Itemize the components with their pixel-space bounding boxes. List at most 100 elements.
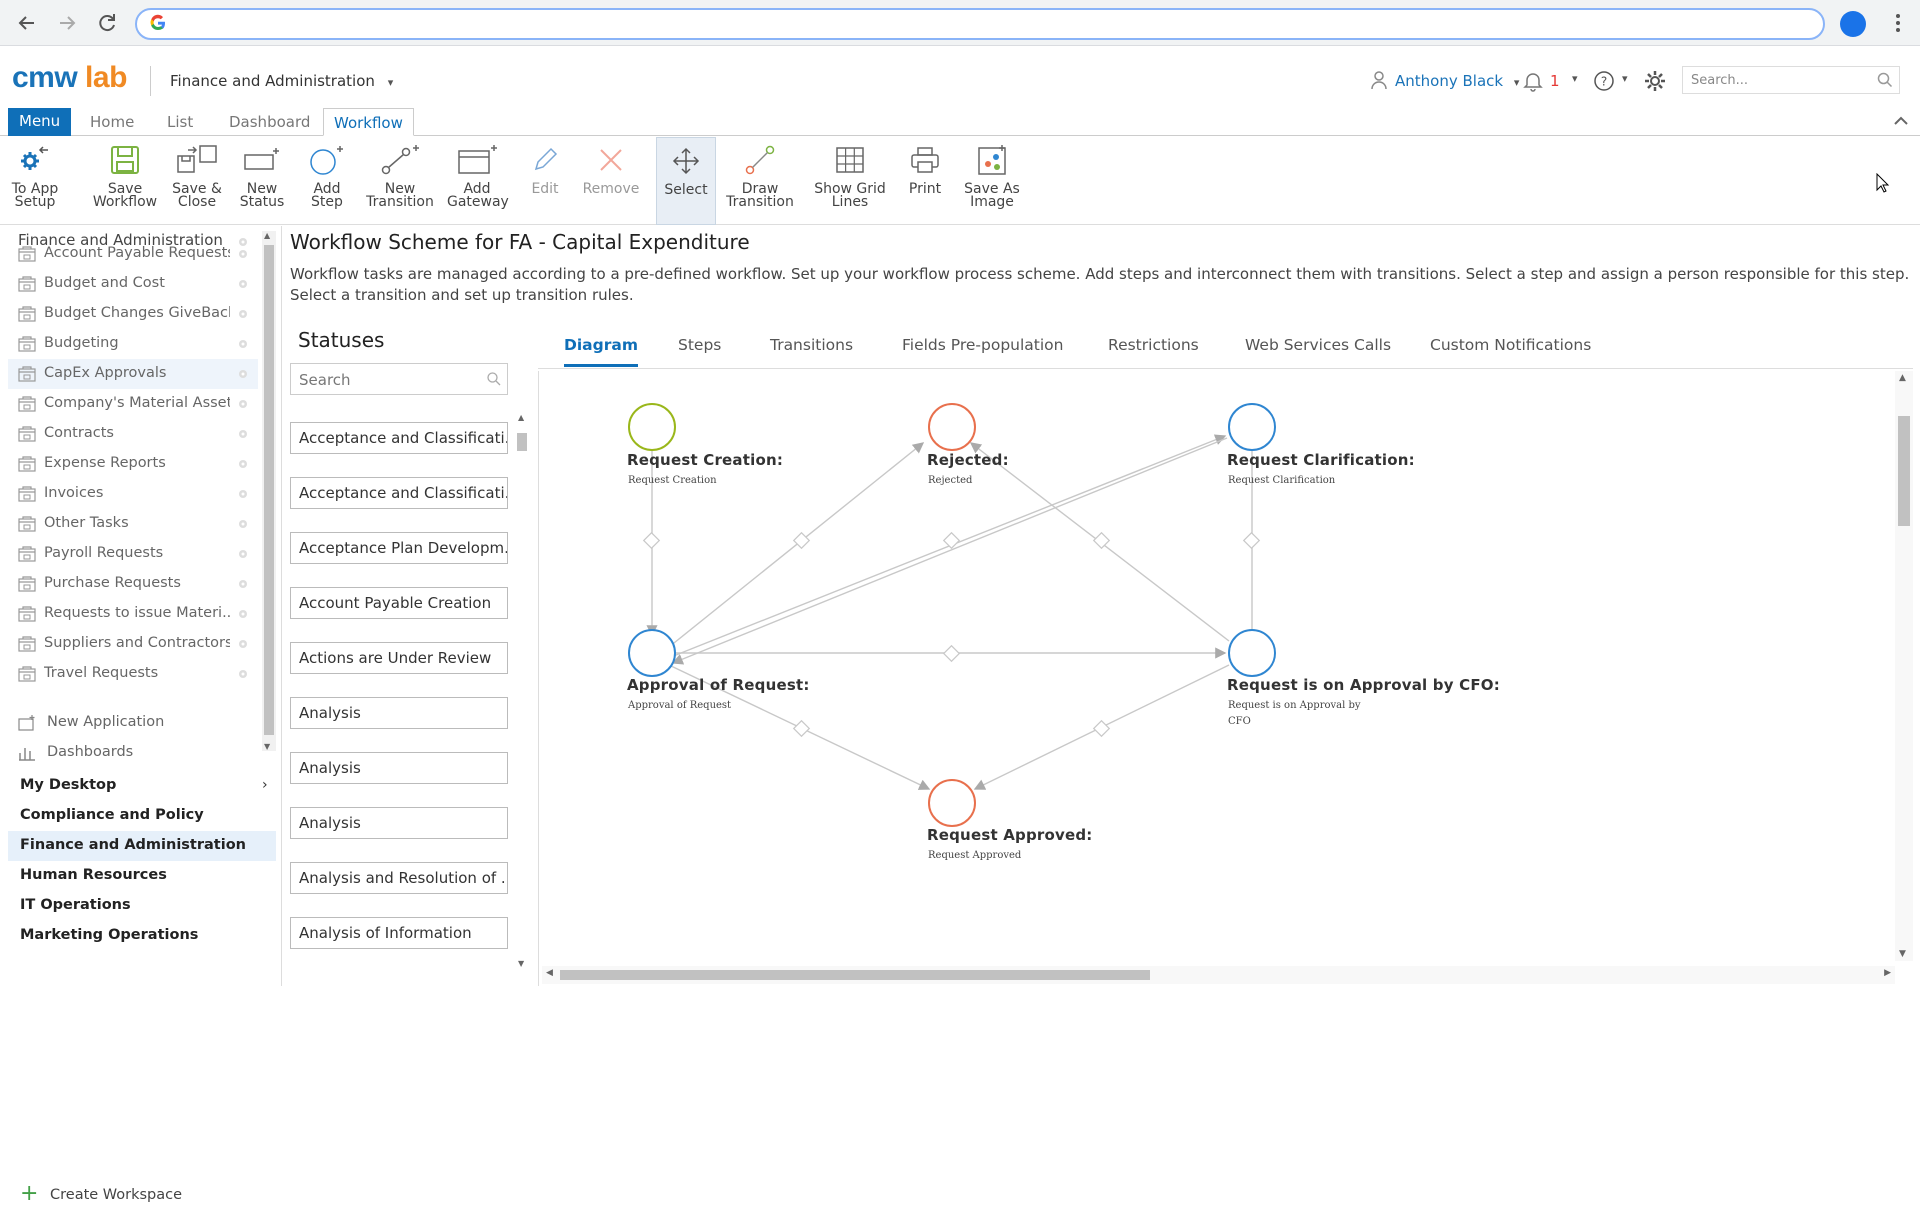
sidebar-app-item[interactable]: Contracts	[8, 419, 258, 449]
status-list-item[interactable]: Acceptance and Classificati...	[290, 422, 508, 454]
diagram-horizontal-scrollbar[interactable]: ◀ ▶	[542, 966, 1895, 984]
new-status-button[interactable]: New Status	[235, 137, 289, 225]
workspace-item[interactable]: Compliance and Policy	[8, 801, 276, 831]
remove-button[interactable]: Remove	[580, 137, 642, 225]
notification-count[interactable]: 1	[1550, 72, 1560, 90]
sidebar-app-item[interactable]: CapEx Approvals	[8, 359, 258, 389]
gear-icon[interactable]	[236, 577, 250, 591]
gear-icon[interactable]	[236, 517, 250, 531]
sidebar-app-item[interactable]: Travel Requests	[8, 659, 258, 689]
chevron-down-icon[interactable]: ▾	[1622, 72, 1628, 85]
status-list-item[interactable]: Acceptance and Classificati...	[290, 477, 508, 509]
show-grid-lines-button[interactable]: Show Grid Lines	[810, 137, 890, 225]
help-icon[interactable]: ?	[1593, 70, 1615, 92]
main-tab[interactable]: Transitions	[770, 336, 853, 364]
gear-icon[interactable]	[236, 487, 250, 501]
extension-icon[interactable]	[1840, 11, 1866, 37]
main-tab[interactable]: Restrictions	[1108, 336, 1199, 364]
app-switcher[interactable]: Finance and Administration ▾	[170, 72, 393, 90]
gear-icon[interactable]	[236, 457, 250, 471]
save-workflow-button[interactable]: Save Workflow	[90, 137, 160, 225]
scroll-right-icon[interactable]: ▶	[1884, 968, 1891, 978]
sidebar-app-item[interactable]: Budgeting	[8, 329, 258, 359]
gear-icon[interactable]	[1643, 69, 1667, 93]
step-label[interactable]: Request Clarification:	[1227, 451, 1415, 469]
sidebar-app-item[interactable]: Suppliers and Contractors	[8, 629, 258, 659]
sidebar-app-item[interactable]: Company's Material Assets	[8, 389, 258, 419]
step-label[interactable]: Request Creation:	[627, 451, 783, 469]
bell-icon[interactable]	[1523, 70, 1543, 92]
status-list-item[interactable]: Account Payable Creation	[290, 587, 508, 619]
tab-workflow[interactable]: Workflow	[323, 108, 414, 136]
gear-icon[interactable]	[236, 427, 250, 441]
status-list-item[interactable]: Analysis and Resolution of ...	[290, 862, 508, 894]
sidebar-app-item[interactable]: Invoices	[8, 479, 258, 509]
step-label[interactable]: Approval of Request:	[627, 676, 810, 694]
dashboards-link[interactable]: Dashboards	[8, 738, 258, 768]
sidebar-app-item[interactable]: Account Payable Requests	[8, 239, 258, 269]
scroll-down-icon[interactable]: ▼	[1899, 949, 1906, 959]
status-list-item[interactable]: Acceptance Plan Developm...	[290, 532, 508, 564]
tab-list[interactable]: List	[157, 108, 203, 136]
gear-icon[interactable]	[236, 637, 250, 651]
scroll-down-icon[interactable]: ▼	[518, 959, 524, 968]
scroll-up-icon[interactable]: ▲	[1899, 373, 1906, 383]
sidebar-app-item[interactable]: Requests to issue Materi...	[8, 599, 258, 629]
workspace-item[interactable]: IT Operations	[8, 891, 276, 921]
print-button[interactable]: Print	[900, 137, 950, 225]
workflow-diagram[interactable]: Request Creation: Request Creation Rejec…	[538, 371, 1913, 986]
workspace-item[interactable]: Finance and Administration	[8, 831, 276, 861]
save-as-image-button[interactable]: Save As Image	[960, 137, 1024, 225]
main-tab[interactable]: Diagram	[564, 336, 638, 367]
gear-icon[interactable]	[236, 337, 250, 351]
save-close-button[interactable]: Save & Close	[168, 137, 226, 225]
main-tab[interactable]: Steps	[678, 336, 721, 364]
sidebar-app-item[interactable]: Budget and Cost	[8, 269, 258, 299]
scroll-up-icon[interactable]: ▲	[264, 231, 270, 240]
main-tab[interactable]: Web Services Calls	[1245, 336, 1391, 364]
address-bar[interactable]	[135, 8, 1825, 40]
search-icon[interactable]	[487, 372, 501, 386]
browser-menu-icon[interactable]	[1895, 12, 1901, 34]
tab-home[interactable]: Home	[80, 108, 144, 136]
chevron-down-icon[interactable]: ▾	[1572, 72, 1578, 85]
scroll-down-icon[interactable]: ▼	[264, 742, 270, 751]
scroll-left-icon[interactable]: ◀	[546, 968, 553, 978]
gear-icon[interactable]	[236, 547, 250, 561]
status-list-item[interactable]: Actions are Under Review	[290, 642, 508, 674]
select-button[interactable]: Select	[656, 137, 716, 225]
status-list-item[interactable]: Analysis of Information	[290, 917, 508, 949]
user-menu[interactable]: Anthony Black ▾	[1395, 72, 1519, 90]
new-application-button[interactable]: New Application	[8, 708, 258, 738]
gear-icon[interactable]	[236, 367, 250, 381]
step-label[interactable]: Request is on Approval by CFO:	[1227, 676, 1500, 694]
to-app-setup-button[interactable]: To App Setup	[6, 137, 64, 225]
sidebar-app-item[interactable]: Budget Changes GiveBack	[8, 299, 258, 329]
sidebar-app-item[interactable]: Other Tasks	[8, 509, 258, 539]
add-gateway-button[interactable]: Add Gateway	[447, 137, 509, 225]
new-transition-button[interactable]: New Transition	[362, 137, 438, 225]
workspace-item[interactable]: Human Resources	[8, 861, 276, 891]
collapse-icon[interactable]	[1894, 116, 1908, 126]
gear-icon[interactable]	[236, 247, 250, 261]
gear-icon[interactable]	[236, 397, 250, 411]
sidebar-app-item[interactable]: Payroll Requests	[8, 539, 258, 569]
workspace-item[interactable]: Marketing Operations	[8, 921, 276, 951]
scroll-up-icon[interactable]: ▲	[518, 413, 524, 422]
back-icon[interactable]	[14, 10, 40, 36]
tab-menu[interactable]: Menu	[8, 108, 72, 136]
chevron-right-icon[interactable]: ›	[262, 777, 268, 793]
step-label[interactable]: Rejected:	[927, 451, 1009, 469]
sidebar-app-item[interactable]: Purchase Requests	[8, 569, 258, 599]
scrollbar-thumb[interactable]	[1898, 416, 1910, 526]
status-list-item[interactable]: Analysis	[290, 697, 508, 729]
forward-icon[interactable]	[54, 10, 80, 36]
gear-icon[interactable]	[236, 667, 250, 681]
status-list-item[interactable]: Analysis	[290, 752, 508, 784]
add-step-button[interactable]: Add Step	[300, 137, 354, 225]
statuses-scrollbar[interactable]: ▲ ▼	[515, 413, 529, 968]
sidebar-app-item[interactable]: Expense Reports	[8, 449, 258, 479]
reload-icon[interactable]	[94, 10, 120, 36]
gear-icon[interactable]	[236, 307, 250, 321]
edit-button[interactable]: Edit	[520, 137, 570, 225]
